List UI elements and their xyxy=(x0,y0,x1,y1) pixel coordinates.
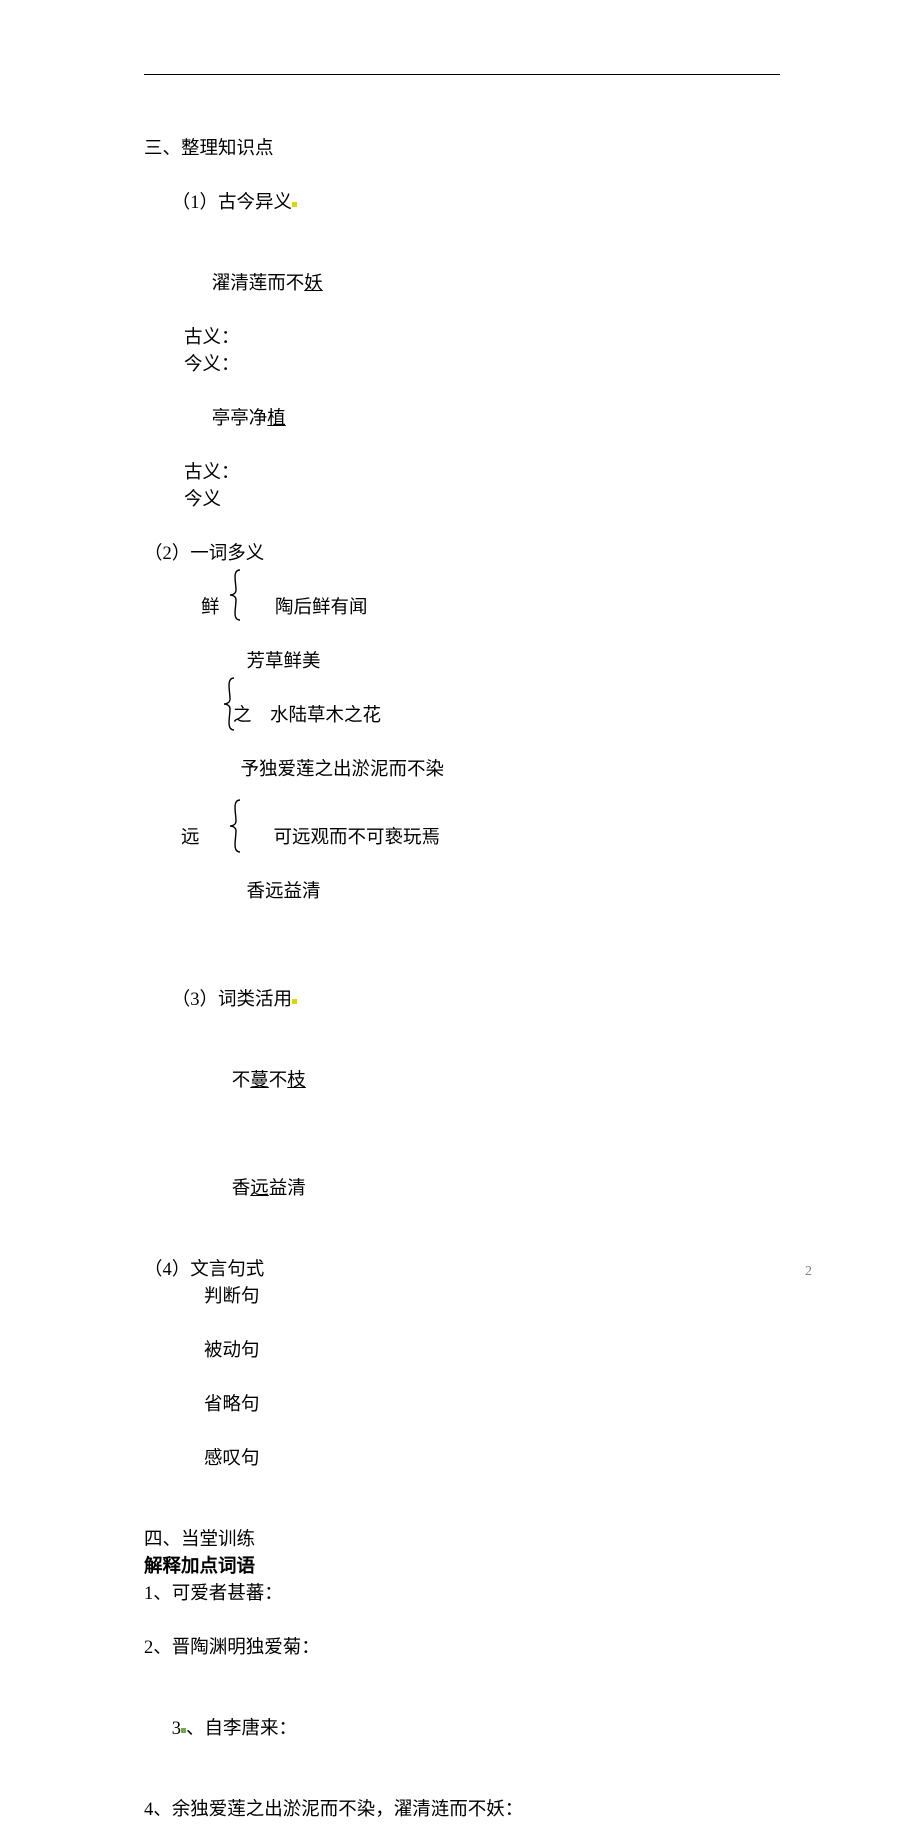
curly-brace-icon xyxy=(226,568,244,622)
s3-3-ex1-p2: 不 xyxy=(269,1071,288,1091)
s3-1-ex1: 濯清莲而不妖 xyxy=(144,244,780,325)
s3-1-title-text: （1）古今异义 xyxy=(172,193,292,213)
curly-brace-icon xyxy=(220,676,238,732)
decorative-dot-icon xyxy=(292,202,297,207)
s3-2-title: （2）一词多义 xyxy=(144,541,780,568)
underlined-char: 枝 xyxy=(287,1071,306,1091)
s3-3-ex1: 不蔓不枝 xyxy=(144,1041,780,1122)
polysemy-yuan-a: 可远观而不可亵玩焉 xyxy=(274,828,441,848)
page: 三、整理知识点 （1）古今异义 濯清莲而不妖 古义： 今义： 亭亭净植 古义： … xyxy=(0,0,920,1302)
s3-3-ex2: 香远益清 xyxy=(144,1149,780,1230)
polysemy-xian-b: 芳草鲜美 xyxy=(247,652,321,672)
polysemy-yuan: 远 可远观而不可亵玩焉 香远益清 xyxy=(144,798,780,906)
s3-4-item: 被动句 xyxy=(144,1338,780,1365)
s3-1-jin: 今义： xyxy=(144,352,780,379)
page-number: 2 xyxy=(805,1264,812,1280)
polysemy-yuan-b: 香远益清 xyxy=(247,882,321,902)
s3-1-ex2: 亭亭净植 xyxy=(144,379,780,460)
underlined-char: 远 xyxy=(250,1179,269,1199)
underlined-char: 妖 xyxy=(304,274,323,294)
question-1: 1、可爱者甚蕃： xyxy=(144,1581,780,1608)
question-3: 3、自李唐来： xyxy=(144,1689,780,1770)
question-4: 4、余独爱莲之出淤泥而不染，濯清涟而不妖： xyxy=(144,1797,780,1824)
s3-4-item: 判断句 xyxy=(144,1284,780,1311)
polysemy-zhi-a: 水陆草木之花 xyxy=(270,706,381,726)
section-3-heading: 三、整理知识点 xyxy=(144,136,780,163)
polysemy-yuan-label: 远 xyxy=(181,828,200,848)
s3-1-gu2: 古义： xyxy=(144,460,780,487)
q3-num: 3 xyxy=(172,1719,181,1739)
decorative-dot-icon xyxy=(292,999,297,1004)
polysemy-xian-a: 陶后鲜有闻 xyxy=(275,598,368,618)
polysemy-xian-b-line: 芳草鲜美 xyxy=(144,649,780,676)
section-4-subheading: 解释加点词语 xyxy=(144,1554,780,1581)
curly-brace-icon xyxy=(226,798,244,854)
polysemy-zhi: 之 水陆草木之花 予独爱莲之出淤泥而不染 xyxy=(144,676,780,784)
s3-4-item: 省略句 xyxy=(144,1392,780,1419)
section-4-heading: 四、当堂训练 xyxy=(144,1527,780,1554)
polysemy-xian-label: 鲜 xyxy=(201,598,220,618)
s3-3-ex1-p1: 不 xyxy=(232,1071,251,1091)
polysemy-zhi-b: 予独爱莲之出淤泥而不染 xyxy=(241,760,445,780)
s3-1-jin2: 今义 xyxy=(144,487,780,514)
s3-3-title-text: （3）词类活用 xyxy=(172,990,292,1010)
s3-4-title: （4）文言句式 xyxy=(144,1257,780,1284)
question-2: 2、晋陶渊明独爱菊： xyxy=(144,1635,780,1662)
s3-1-title: （1）古今异义 xyxy=(144,163,780,244)
polysemy-line: 之 水陆草木之花 xyxy=(144,676,780,757)
s3-1-ex2-pre: 亭亭净 xyxy=(212,409,268,429)
polysemy-zhi-b-line: 予独爱莲之出淤泥而不染 xyxy=(144,757,780,784)
s3-3-title: （3）词类活用 xyxy=(144,960,780,1041)
top-horizontal-rule xyxy=(144,74,780,75)
underlined-char: 植 xyxy=(267,409,286,429)
polysemy-yuan-b-line: 香远益清 xyxy=(144,879,780,906)
s3-3-ex2-p1: 香 xyxy=(232,1179,251,1199)
underlined-char: 蔓 xyxy=(250,1071,269,1091)
s3-1-gu: 古义： xyxy=(144,325,780,352)
s3-3-ex2-p2: 益清 xyxy=(269,1179,306,1199)
s3-1-ex1-pre: 濯清莲而不 xyxy=(212,274,305,294)
document-body: 三、整理知识点 （1）古今异义 濯清莲而不妖 古义： 今义： 亭亭净植 古义： … xyxy=(144,136,780,1824)
q3-text: 、自李唐来： xyxy=(186,1719,297,1739)
polysemy-xian: 鲜 陶后鲜有闻 芳草鲜美 xyxy=(144,568,780,676)
s3-4-item: 感叹句 xyxy=(144,1446,780,1473)
